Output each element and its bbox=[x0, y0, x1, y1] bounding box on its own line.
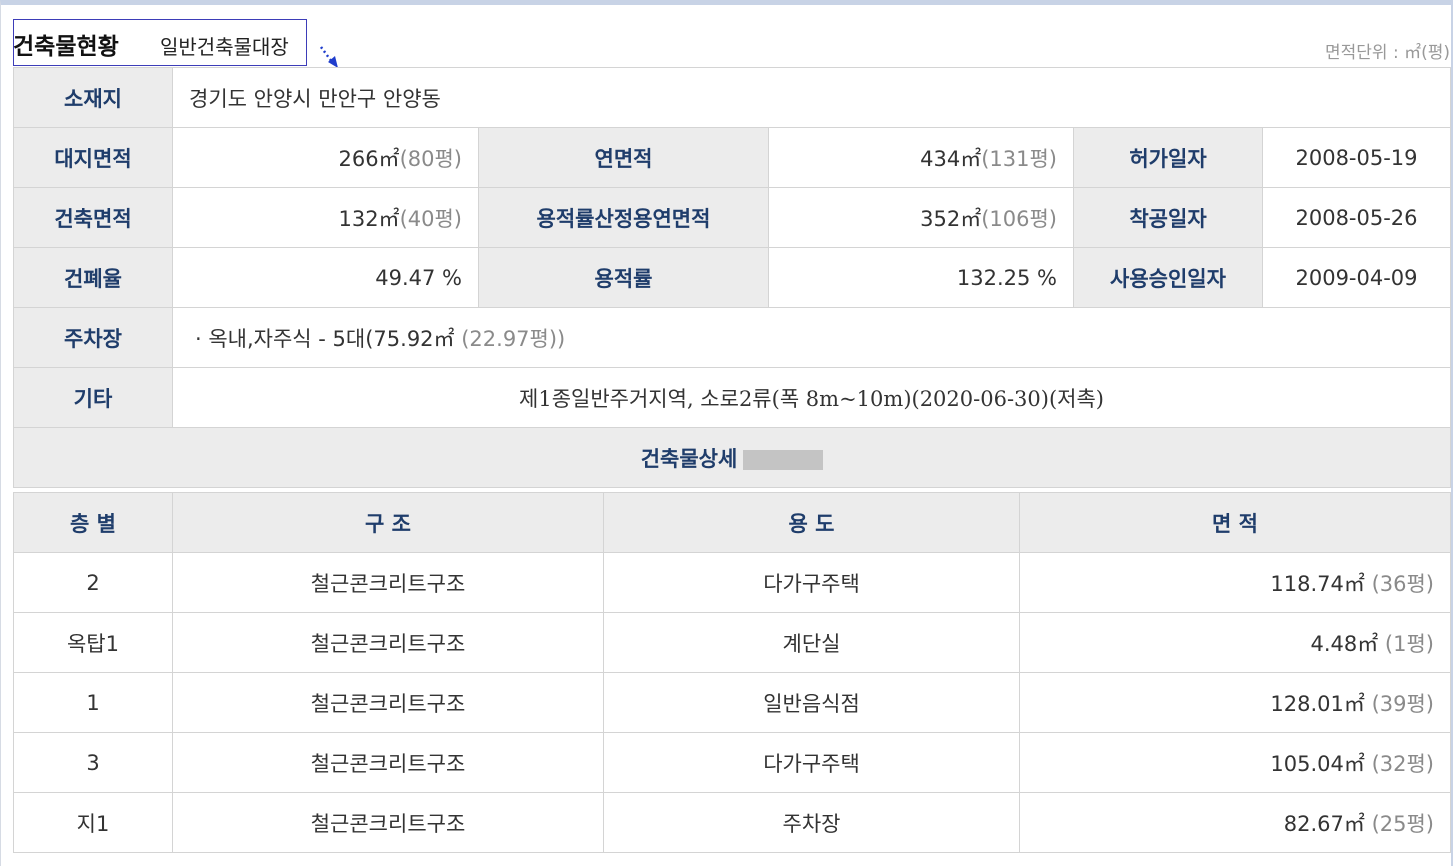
land-area-value: 266㎡(80평) bbox=[172, 127, 479, 188]
building-area-value: 132㎡(40평) bbox=[172, 187, 479, 248]
redacted-block bbox=[743, 449, 824, 470]
far-label: 용적률 bbox=[478, 247, 769, 308]
structure-cell: 철근콘크리트구조 bbox=[172, 612, 604, 673]
area-cell: 4.48㎡ (1평) bbox=[1019, 612, 1451, 673]
far-value: 132.25 % bbox=[768, 247, 1074, 308]
ratio-row: 건폐율 49.47 % 용적률 132.25 % 사용승인일자 2009-04-… bbox=[13, 247, 1452, 308]
approval-date-value: 2009-04-09 bbox=[1261, 247, 1452, 308]
structure-cell: 철근콘크리트구조 bbox=[172, 672, 604, 733]
register-type-label[interactable]: 일반건축물대장 bbox=[160, 31, 289, 60]
area-row-1: 대지면적 266㎡(80평) 연면적 434㎡(131평) 허가일자 2008-… bbox=[13, 127, 1452, 188]
floor-cell: 1 bbox=[13, 672, 173, 733]
far-floor-area-value: 352㎡(106평) bbox=[768, 187, 1074, 248]
far-floor-area-label: 용적률산정용연면적 bbox=[478, 187, 769, 248]
floor-cell: 2 bbox=[13, 552, 173, 613]
etc-label: 기타 bbox=[13, 367, 173, 428]
permit-date-value: 2008-05-19 bbox=[1261, 127, 1452, 188]
area-cell: 82.67㎡ (25평) bbox=[1019, 792, 1451, 853]
etc-row: 기타 제1종일반주거지역, 소로2류(폭 8m~10m)(2020-06-30)… bbox=[13, 367, 1452, 428]
floor-cell: 옥탑1 bbox=[13, 612, 173, 673]
col-structure-header: 구 조 bbox=[172, 492, 604, 553]
use-cell: 계단실 bbox=[603, 612, 1020, 673]
area-cell: 128.01㎡ (39평) bbox=[1019, 672, 1451, 733]
location-label: 소재지 bbox=[13, 67, 173, 128]
parking-label: 주차장 bbox=[13, 307, 173, 368]
approval-date-label: 사용승인일자 bbox=[1073, 247, 1263, 308]
parking-value: · 옥내,자주식 - 5대(75.92㎡ (22.97평)) bbox=[171, 307, 1452, 368]
area-cell: 118.74㎡ (36평) bbox=[1019, 552, 1451, 613]
parking-row: 주차장 · 옥내,자주식 - 5대(75.92㎡ (22.97평)) bbox=[13, 307, 1452, 368]
page-title: 건축물현황 bbox=[13, 34, 119, 60]
total-floor-area-value: 434㎡(131평) bbox=[768, 127, 1074, 188]
area-cell: 105.04㎡ (32평) bbox=[1019, 732, 1451, 793]
bcr-label: 건폐율 bbox=[13, 247, 173, 308]
total-floor-area-label: 연면적 bbox=[478, 127, 769, 188]
detail-header-row: 층 별 구 조 용 도 면 적 bbox=[13, 492, 1451, 553]
detail-section-header: 건축물상세 bbox=[12, 427, 1452, 488]
use-cell: 주차장 bbox=[603, 792, 1020, 853]
table-row: 옥탑1 철근콘크리트구조 계단실 4.48㎡ (1평) bbox=[13, 612, 1451, 673]
floor-cell: 3 bbox=[13, 732, 173, 793]
land-area-label: 대지면적 bbox=[13, 127, 173, 188]
floor-cell: 지1 bbox=[13, 792, 173, 853]
location-row: 소재지 경기도 안양시 만안구 안양동 bbox=[13, 67, 1452, 128]
structure-cell: 철근콘크리트구조 bbox=[172, 792, 604, 853]
building-info-table: 소재지 경기도 안양시 만안구 안양동 대지면적 266㎡(80평) 연면적 4… bbox=[12, 67, 1452, 488]
table-row: 2 철근콘크리트구조 다가구주택 118.74㎡ (36평) bbox=[13, 552, 1451, 613]
area-row-2: 건축면적 132㎡(40평) 용적률산정용연면적 352㎡(106평) 착공일자… bbox=[13, 187, 1452, 248]
bcr-value: 49.47 % bbox=[172, 247, 479, 308]
permit-date-label: 허가일자 bbox=[1073, 127, 1263, 188]
start-date-label: 착공일자 bbox=[1073, 187, 1263, 248]
table-row: 3 철근콘크리트구조 다가구주택 105.04㎡ (32평) bbox=[13, 732, 1451, 793]
detail-section-title: 건축물상세 bbox=[12, 427, 1452, 488]
use-cell: 일반음식점 bbox=[603, 672, 1020, 733]
col-floor-header: 층 별 bbox=[13, 492, 173, 553]
structure-cell: 철근콘크리트구조 bbox=[172, 732, 604, 793]
area-unit-note: 면적단위 : ㎡(평) bbox=[1325, 43, 1450, 63]
structure-cell: 철근콘크리트구조 bbox=[172, 552, 604, 613]
use-cell: 다가구주택 bbox=[603, 552, 1020, 613]
building-area-label: 건축면적 bbox=[13, 187, 173, 248]
table-row: 1 철근콘크리트구조 일반음식점 128.01㎡ (39평) bbox=[13, 672, 1451, 733]
etc-value: 제1종일반주거지역, 소로2류(폭 8m~10m)(2020-06-30)(저촉… bbox=[171, 367, 1452, 428]
col-area-header: 면 적 bbox=[1019, 492, 1451, 553]
col-use-header: 용 도 bbox=[603, 492, 1020, 553]
table-row: 지1 철근콘크리트구조 주차장 82.67㎡ (25평) bbox=[13, 792, 1451, 853]
start-date-value: 2008-05-26 bbox=[1261, 187, 1452, 248]
location-value: 경기도 안양시 만안구 안양동 bbox=[171, 67, 1452, 128]
use-cell: 다가구주택 bbox=[603, 732, 1020, 793]
floor-detail-table: 층 별 구 조 용 도 면 적 2 철근콘크리트구조 다가구주택 118.74㎡ (3… bbox=[13, 492, 1451, 853]
